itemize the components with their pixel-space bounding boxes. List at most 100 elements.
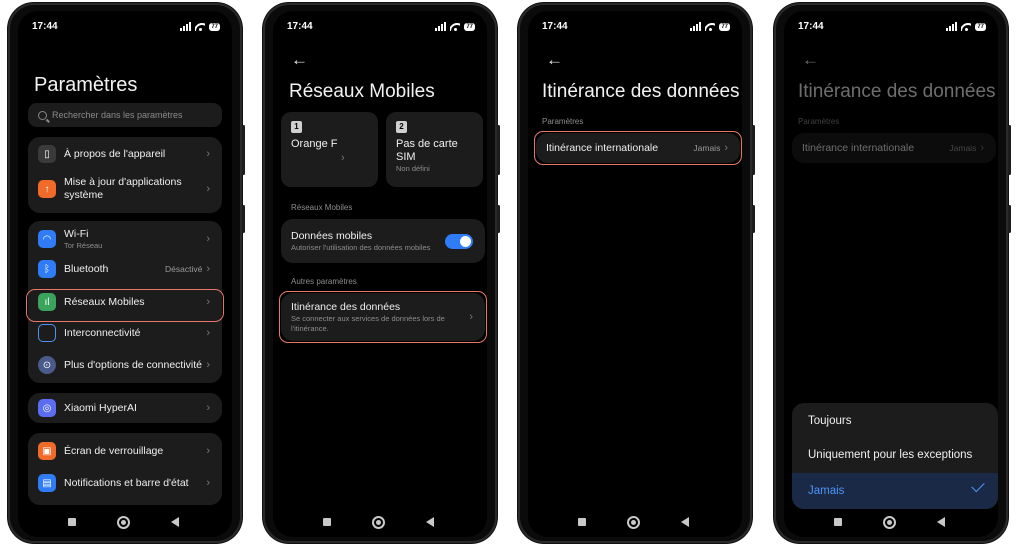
mobile-networks-screen: 17:44 77 ← Réseaux Mobiles 1 Orange F › … xyxy=(273,11,487,537)
page-title: Itinérance des données xyxy=(798,81,996,102)
sim-status: Non défini xyxy=(396,164,430,173)
back-button[interactable] xyxy=(937,517,945,527)
option-always[interactable]: Toujours xyxy=(792,405,998,437)
settings-group-display: ▣ Écran de verrouillage › ▤ Notification… xyxy=(28,433,222,505)
settings-group-device: ▯ À propos de l'appareil › ↑ Mise à jour… xyxy=(28,137,222,213)
checkmark-icon xyxy=(971,478,985,493)
home-button[interactable] xyxy=(627,516,640,529)
chevron-right-icon: › xyxy=(980,142,984,154)
battery-icon: 77 xyxy=(209,22,220,31)
chevron-right-icon: › xyxy=(206,233,210,245)
phone-data-roaming: 17:44 77 ← Itinérance des données Paramè… xyxy=(518,3,755,543)
sim-carrier-name: Pas de carte SIM xyxy=(396,138,458,163)
home-button[interactable] xyxy=(883,516,896,529)
data-roaming-screen: 17:44 77 ← Itinérance des données Paramè… xyxy=(528,11,742,537)
section-label: Paramètres xyxy=(542,117,584,126)
settings-item-notifications[interactable]: ▤ Notifications et barre d'état › xyxy=(28,471,222,495)
wifi-status-icon xyxy=(195,23,205,31)
search-input[interactable] xyxy=(52,110,212,120)
section-label: Autres paramètres xyxy=(291,277,357,286)
highlight-data-roaming xyxy=(279,291,487,343)
chevron-right-icon: › xyxy=(206,183,210,195)
status-time: 17:44 xyxy=(287,21,313,32)
recents-button[interactable] xyxy=(834,518,842,526)
highlight-intl-roaming xyxy=(534,131,742,165)
sim-card-1[interactable]: 1 Orange F › xyxy=(281,112,378,187)
settings-item-interconnectivity[interactable]: Interconnectivité › xyxy=(28,321,222,345)
home-button[interactable] xyxy=(117,516,130,529)
highlight-mobile-networks xyxy=(26,289,224,322)
search-bar[interactable] xyxy=(28,103,222,127)
signal-icon xyxy=(946,22,958,31)
section-label: Paramètres xyxy=(798,117,840,126)
phone-roaming-options: 17:44 77 ← Itinérance des données Paramè… xyxy=(774,3,1011,543)
settings-item-lockscreen[interactable]: ▣ Écran de verrouillage › xyxy=(28,439,222,463)
recents-button[interactable] xyxy=(578,518,586,526)
settings-item-bluetooth[interactable]: ᛒ Bluetooth Désactivé › xyxy=(28,257,222,281)
chevron-right-icon: › xyxy=(206,263,210,275)
section-label: Réseaux Mobiles xyxy=(291,203,353,212)
status-bar: 17:44 77 xyxy=(273,21,487,35)
wifi-icon: ◠ xyxy=(38,230,56,248)
back-button[interactable] xyxy=(171,517,179,527)
home-button[interactable] xyxy=(372,516,385,529)
sim-carrier-name: Orange F xyxy=(291,138,338,150)
battery-icon: 77 xyxy=(719,22,730,31)
settings-item-more-connectivity[interactable]: ⊙ Plus d'options de connectivité › xyxy=(28,353,222,377)
nav-bar xyxy=(18,515,232,529)
wifi-status-icon xyxy=(705,23,715,31)
page-title: Réseaux Mobiles xyxy=(289,81,435,102)
status-time: 17:44 xyxy=(32,21,58,32)
nav-bar xyxy=(528,515,742,529)
chevron-right-icon: › xyxy=(206,402,210,414)
mobile-data-toggle[interactable] xyxy=(445,233,473,249)
status-time: 17:44 xyxy=(798,21,824,32)
settings-item-about[interactable]: ▯ À propos de l'appareil › xyxy=(28,143,222,165)
recents-button[interactable] xyxy=(323,518,331,526)
back-arrow-icon[interactable]: ← xyxy=(802,50,819,70)
phone-info-icon: ▯ xyxy=(38,145,56,163)
chevron-right-icon: › xyxy=(206,445,210,457)
settings-item-system-update[interactable]: ↑ Mise à jour d'applications système › xyxy=(28,171,222,207)
chevron-right-icon: › xyxy=(206,148,210,160)
hyperai-icon: ◎ xyxy=(38,399,56,417)
intl-roaming-value: Jamais xyxy=(949,143,977,153)
settings-item-wifi[interactable]: ◠ Wi-Fi Tor Réseau › xyxy=(28,225,222,253)
nav-bar xyxy=(273,515,487,529)
battery-icon: 77 xyxy=(975,22,986,31)
bluetooth-status: Désactivé xyxy=(165,264,203,274)
recents-button[interactable] xyxy=(68,518,76,526)
status-bar: 17:44 77 xyxy=(528,21,742,35)
wifi-status-icon xyxy=(961,23,971,31)
option-never[interactable]: Jamais xyxy=(792,473,998,509)
settings-item-hyperai[interactable]: ◎ Xiaomi HyperAI › xyxy=(28,396,222,420)
lock-icon: ▣ xyxy=(38,442,56,460)
page-title: Itinérance des données xyxy=(542,81,740,102)
mobile-data-row[interactable]: Données mobiles Autoriser l'utilisation d… xyxy=(281,223,485,259)
interconnect-icon xyxy=(38,324,56,342)
back-arrow-icon[interactable]: ← xyxy=(546,50,563,70)
status-bar: 17:44 77 xyxy=(18,21,232,35)
back-button[interactable] xyxy=(681,517,689,527)
status-bar: 17:44 77 xyxy=(784,21,998,35)
signal-icon xyxy=(435,22,447,31)
roaming-options-sheet: Toujours Uniquement pour les exceptions … xyxy=(792,403,998,509)
phone-mobile-networks: 17:44 77 ← Réseaux Mobiles 1 Orange F › … xyxy=(263,3,500,543)
battery-icon: 77 xyxy=(464,22,475,31)
chevron-right-icon: › xyxy=(206,327,210,339)
connectivity-icon: ⊙ xyxy=(38,356,56,374)
wifi-status-icon xyxy=(450,23,460,31)
back-arrow-icon[interactable]: ← xyxy=(291,50,308,70)
chevron-right-icon: › xyxy=(206,477,210,489)
search-icon xyxy=(38,110,47,120)
back-button[interactable] xyxy=(426,517,434,527)
chevron-right-icon: › xyxy=(206,359,210,371)
option-exceptions[interactable]: Uniquement pour les exceptions xyxy=(792,439,998,471)
settings-group-ai: ◎ Xiaomi HyperAI › xyxy=(28,393,222,423)
intl-roaming-card: Itinérance internationale Jamais › xyxy=(792,133,996,163)
nav-bar xyxy=(784,515,998,529)
intl-roaming-row[interactable]: Itinérance internationale Jamais › xyxy=(792,136,996,160)
sim-card-2[interactable]: 2 Pas de carte SIM Non défini xyxy=(386,112,483,187)
mobile-data-card: Données mobiles Autoriser l'utilisation d… xyxy=(281,219,485,263)
page-title: Paramètres xyxy=(34,74,138,96)
